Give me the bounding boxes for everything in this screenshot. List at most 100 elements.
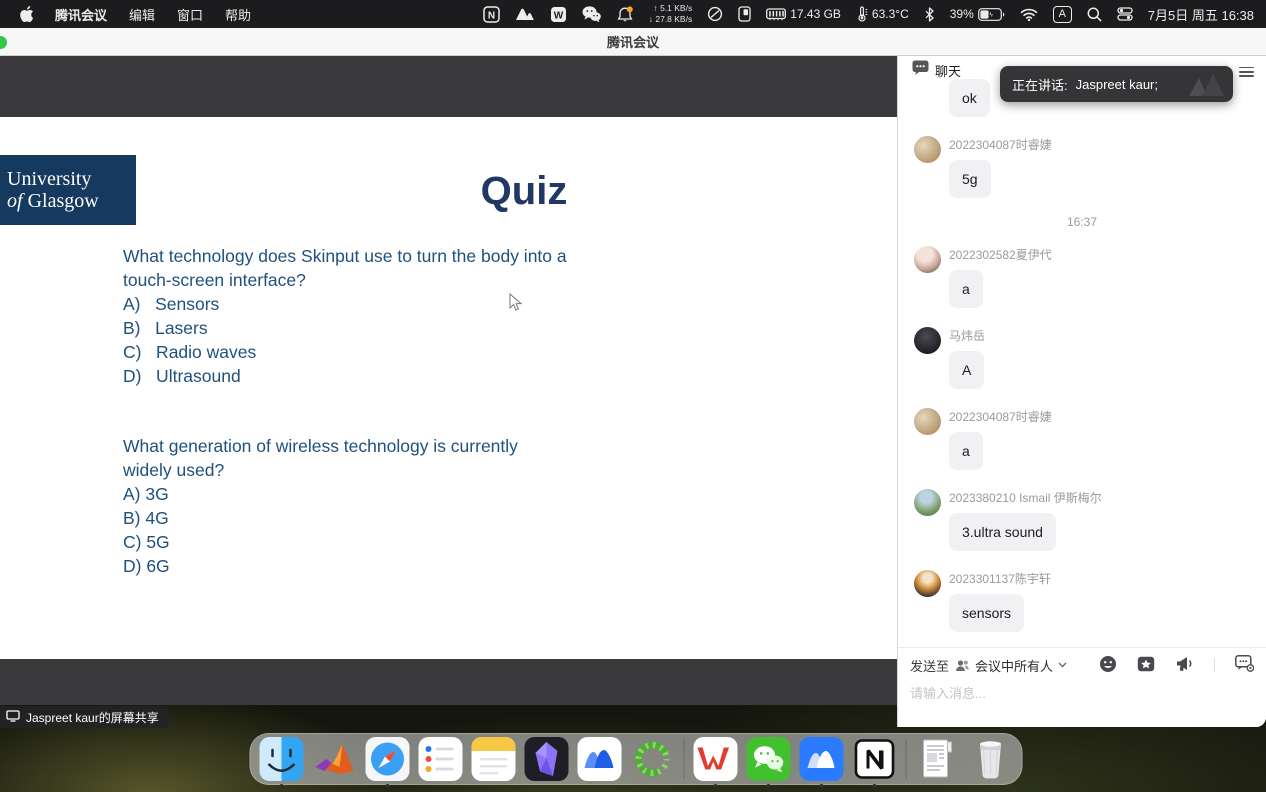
send-to-label: 发送至 [910, 656, 949, 675]
send-to-value: 会议中所有人 [975, 656, 1053, 675]
window-title-bar: 腾讯会议 [0, 28, 1266, 56]
dock-trash-icon[interactable] [969, 737, 1013, 781]
chat-message: 马炜岳A [914, 327, 1250, 389]
running-indicator [386, 784, 390, 788]
footer-divider [1214, 658, 1215, 672]
wifi-icon[interactable] [1020, 8, 1038, 21]
avatar[interactable] [914, 246, 941, 273]
chat-thread[interactable]: ok 2022304087时睿婕 5g 16:37 2022302582夏伊代a 马炜岳A… [898, 72, 1266, 647]
input-source-switcher[interactable]: A [1053, 6, 1072, 23]
traffic-light-green[interactable] [0, 36, 7, 49]
quiz-line: C) Radio waves [123, 341, 567, 365]
chat-message: 2023380210 Ismail 伊斯梅尔 3.ultra sound [914, 489, 1250, 551]
dock-wechat-icon[interactable] [747, 737, 791, 781]
meeting-watermark-icon [1187, 70, 1227, 101]
chat-sender-name: 2022302582夏伊代 [949, 246, 1250, 263]
temperature-status[interactable]: 63.3°C [856, 6, 909, 22]
apple-icon[interactable] [10, 6, 44, 22]
menubar-datetime[interactable]: 7月5日 周五 16:38 [1148, 5, 1254, 24]
chat-settings-icon[interactable] [1235, 655, 1254, 675]
send-to-selector[interactable]: 会议中所有人 [955, 656, 1067, 675]
chat-bubble: 5g [949, 160, 991, 198]
shared-screen-top-band [0, 56, 897, 117]
avatar[interactable] [914, 327, 941, 354]
running-indicator [767, 784, 771, 788]
spotlight-search-icon[interactable] [1087, 7, 1102, 22]
speaking-indicator-tooltip: 正在讲话: Jaspreet kaur; [1000, 66, 1233, 102]
dock-wps-icon[interactable] [694, 737, 738, 781]
menu-edit[interactable]: 编辑 [118, 5, 166, 24]
quiz-line: B) Lasers [123, 317, 567, 341]
chat-timestamp: 16:37 [914, 214, 1250, 230]
chat-sender-name: 2023380210 Ismail 伊斯梅尔 [949, 489, 1250, 506]
memory-status[interactable]: 17.43 GB [766, 7, 841, 21]
dock-downloads-icon[interactable] [916, 737, 960, 781]
dock [250, 733, 1023, 785]
menubar-app-name[interactable]: 腾讯会议 [44, 5, 118, 24]
notion-status-icon[interactable]: N [483, 6, 500, 23]
quiz-line: A) Sensors [123, 293, 567, 317]
menu-help[interactable]: 帮助 [214, 5, 262, 24]
dock-safari-icon[interactable] [366, 737, 410, 781]
meeting-status-icon[interactable] [515, 7, 535, 21]
chat-panel: 聊天 ok2022304087时睿婕5g16:372022302582夏伊代a马… [897, 56, 1266, 727]
shared-screen-bottom-band [0, 659, 897, 705]
speaking-name: Jaspreet kaur; [1076, 77, 1158, 92]
avatar[interactable] [914, 136, 941, 163]
quiz-question-1: What technology does Skinput use to turn… [123, 245, 567, 388]
wps-status-icon[interactable]: W [550, 6, 567, 23]
chat-message: 2022302582夏伊代a [914, 246, 1250, 308]
quiz-line: C) 5G [123, 531, 518, 555]
megaphone-icon[interactable] [1175, 655, 1194, 675]
dock-matlab-icon[interactable] [313, 737, 357, 781]
dock-divider [906, 739, 907, 779]
dock-notion-icon[interactable] [853, 737, 897, 781]
avatar[interactable] [914, 489, 941, 516]
emoji-icon[interactable] [1099, 655, 1117, 676]
dock-reminders-icon[interactable] [419, 737, 463, 781]
dock-meeting-blue-icon[interactable] [800, 737, 844, 781]
share-badge-text: Jaspreet kaur的屏幕共享 [26, 709, 159, 726]
window-title: 腾讯会议 [607, 32, 659, 51]
dock-meeting-light-icon[interactable] [578, 737, 622, 781]
battery-status[interactable]: 39% [950, 7, 1005, 21]
device-status-icon[interactable] [738, 6, 751, 22]
slide-title: Quiz [299, 169, 749, 214]
quiz-line: touch-screen interface? [123, 269, 567, 293]
menu-window[interactable]: 窗口 [166, 5, 214, 24]
monitor-icon [6, 710, 20, 725]
control-center-icon[interactable] [1117, 7, 1133, 21]
dock-obsidian-icon[interactable] [525, 737, 569, 781]
quiz-line: D) 6G [123, 555, 518, 579]
quiz-slide: University of Glasgow Quiz What technolo… [0, 117, 897, 659]
wechat-status-icon[interactable] [582, 6, 601, 22]
chat-bubble: ok [949, 79, 990, 117]
dock-notes-icon[interactable] [472, 737, 516, 781]
network-speed[interactable]: ↑ 5.1 KB/s ↓ 27.8 KB/s [649, 3, 692, 24]
svg-text:N: N [488, 10, 495, 21]
dock-divider [684, 739, 685, 779]
university-of-glasgow-logo: University of Glasgow [0, 155, 136, 225]
circle-slash-icon[interactable] [707, 6, 723, 22]
running-indicator [280, 784, 284, 788]
avatar[interactable] [914, 570, 941, 597]
notification-bell-icon[interactable] [616, 6, 634, 23]
running-indicator [873, 784, 877, 788]
running-indicator [714, 784, 718, 788]
running-indicator [820, 784, 824, 788]
mouse-cursor [509, 293, 522, 317]
favorites-folder-icon[interactable] [1137, 656, 1155, 675]
quiz-line: A) 3G [123, 483, 518, 507]
message-input[interactable] [898, 682, 1266, 705]
dock-anaconda-icon[interactable] [631, 737, 675, 781]
quiz-line: widely used? [123, 459, 518, 483]
avatar[interactable] [914, 408, 941, 435]
chat-sender-name: 2022304087时睿婕 [949, 408, 1250, 425]
bluetooth-icon[interactable] [924, 7, 935, 22]
screen-share-badge: Jaspreet kaur的屏幕共享 [0, 706, 169, 728]
dock-finder-icon[interactable] [260, 737, 304, 781]
chat-bubble: A [949, 351, 984, 389]
svg-text:W: W [554, 10, 564, 21]
logo-line1: University [7, 168, 136, 190]
chat-bubble: 3.ultra sound [949, 513, 1056, 551]
